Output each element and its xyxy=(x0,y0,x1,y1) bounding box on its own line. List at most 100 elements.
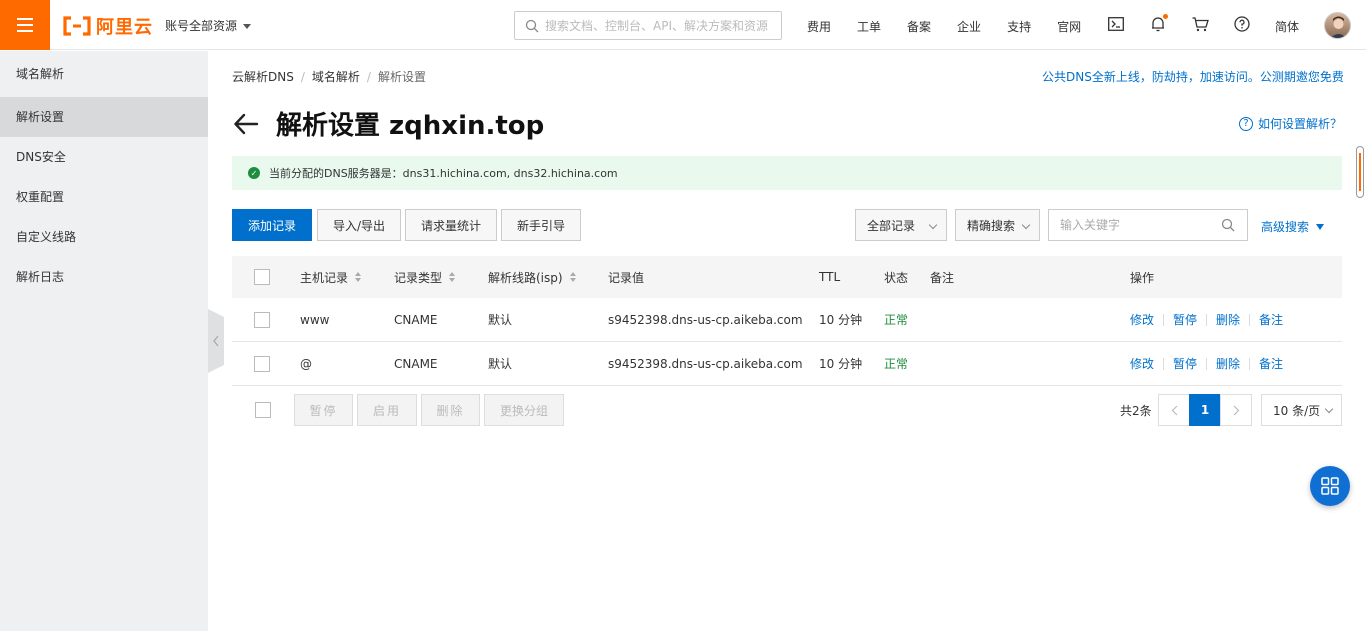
cell-line: 默认 xyxy=(488,313,513,327)
header-host-label: 主机记录 xyxy=(300,270,349,285)
bulk-select-checkbox[interactable] xyxy=(255,402,271,418)
scrollbar[interactable] xyxy=(1356,146,1364,198)
caret-down-icon xyxy=(1316,223,1325,230)
delete-link[interactable]: 删除 xyxy=(1216,355,1240,372)
sidebar-item-weight-config[interactable]: 权重配置 xyxy=(0,177,208,217)
bulk-actions-and-pagination: 暂停 启用 删除 更换分组 共2条 1 10 条/页 xyxy=(232,394,1342,426)
header-type[interactable]: 记录类型 xyxy=(394,256,456,298)
bulk-delete-button[interactable]: 删除 xyxy=(421,394,480,426)
bulk-enable-button[interactable]: 启用 xyxy=(357,394,417,426)
sort-icon xyxy=(569,272,576,282)
advanced-search-toggle[interactable]: 高级搜索 xyxy=(1261,218,1325,235)
change-group-button[interactable]: 更换分组 xyxy=(484,394,564,426)
chevron-left-icon xyxy=(213,335,219,347)
nav-icp-filing[interactable]: 备案 xyxy=(907,18,931,35)
page-size-select[interactable]: 10 条/页 xyxy=(1261,394,1342,426)
quick-apps-grid-button[interactable] xyxy=(1310,466,1350,506)
header-line-label: 解析线路(isp) xyxy=(488,270,563,285)
cell-type: CNAME xyxy=(394,312,438,327)
pause-link[interactable]: 暂停 xyxy=(1173,311,1197,328)
global-search[interactable] xyxy=(514,11,782,40)
cell-ttl: 10 分钟 xyxy=(819,357,863,371)
search-icon[interactable] xyxy=(1221,218,1235,232)
nav-support[interactable]: 支持 xyxy=(1007,18,1031,35)
help-how-to-resolve-link[interactable]: ? 如何设置解析？ xyxy=(1239,115,1342,132)
row-select-cell xyxy=(254,298,270,341)
nav-official-site[interactable]: 官网 xyxy=(1057,18,1081,35)
row-checkbox[interactable] xyxy=(254,311,270,328)
nav-billing[interactable]: 费用 xyxy=(807,18,831,35)
select-all-checkbox[interactable] xyxy=(254,269,270,285)
divider xyxy=(1163,357,1165,370)
record-filter-select[interactable]: 全部记录 xyxy=(855,209,947,241)
cart-icon[interactable] xyxy=(1190,14,1210,34)
account-resources-menu[interactable]: 账号全部资源 xyxy=(165,17,252,34)
chevron-down-icon xyxy=(1021,220,1031,230)
terminal-icon[interactable] xyxy=(1106,14,1126,34)
keyword-input[interactable] xyxy=(1060,218,1210,232)
breadcrumb-cloud-dns[interactable]: 云解析DNS xyxy=(232,70,294,84)
sidebar-item-resolution-logs[interactable]: 解析日志 xyxy=(0,257,208,297)
bulk-pause-button[interactable]: 暂停 xyxy=(294,394,353,426)
bell-icon[interactable] xyxy=(1148,14,1168,34)
help-link-label: 如何设置解析？ xyxy=(1258,117,1343,131)
sidebar-item-resolution-settings[interactable]: 解析设置 xyxy=(0,97,208,137)
sidebar-item-domain-resolution[interactable]: 域名解析 xyxy=(0,51,208,97)
top-bar: 阿里云 账号全部资源 费用 工单 备案 企业 支持 官网 简体 xyxy=(0,0,1366,50)
search-mode-select[interactable]: 精确搜索 xyxy=(955,209,1040,241)
sidebar-item-dns-security[interactable]: DNS安全 xyxy=(0,137,208,177)
chevron-left-icon xyxy=(1171,405,1177,415)
breadcrumb-domain-resolution[interactable]: 域名解析 xyxy=(312,70,360,84)
header-host[interactable]: 主机记录 xyxy=(300,256,362,298)
guide-button[interactable]: 新手引导 xyxy=(501,209,581,241)
cell-host: @ xyxy=(300,356,312,371)
remark-link[interactable]: 备注 xyxy=(1259,355,1283,372)
cell-type: CNAME xyxy=(394,356,438,371)
account-resources-label: 账号全部资源 xyxy=(165,19,238,33)
cell-ttl: 10 分钟 xyxy=(819,313,863,327)
back-arrow-icon[interactable] xyxy=(232,110,260,138)
chevron-down-icon xyxy=(1324,404,1334,414)
sidebar-collapse-handle[interactable] xyxy=(208,309,224,373)
sidebar: 域名解析 解析设置 DNS安全 权重配置 自定义线路 解析日志 xyxy=(0,51,208,631)
public-dns-notice-link[interactable]: 公共DNS全新上线，防劫持，加速访问。公测期邀您免费 xyxy=(1042,68,1344,85)
brand-logo[interactable]: 阿里云 xyxy=(62,13,153,39)
nav-tickets[interactable]: 工单 xyxy=(857,18,881,35)
request-stats-button[interactable]: 请求量统计 xyxy=(405,209,497,241)
cell-line: 默认 xyxy=(488,357,513,371)
header-line[interactable]: 解析线路(isp) xyxy=(488,256,576,298)
add-record-button[interactable]: 添加记录 xyxy=(232,209,312,241)
keyword-search[interactable] xyxy=(1048,209,1248,241)
cell-status: 正常 xyxy=(884,313,909,327)
sort-icon xyxy=(449,272,456,282)
header-remark: 备注 xyxy=(930,270,955,285)
breadcrumb: 云解析DNS / 域名解析 / 解析设置 xyxy=(232,68,426,85)
divider xyxy=(1206,313,1208,326)
edit-link[interactable]: 修改 xyxy=(1130,355,1154,372)
breadcrumb-separator: / xyxy=(366,70,371,84)
remark-link[interactable]: 备注 xyxy=(1259,311,1283,328)
pause-link[interactable]: 暂停 xyxy=(1173,355,1197,372)
delete-link[interactable]: 删除 xyxy=(1216,311,1240,328)
edit-link[interactable]: 修改 xyxy=(1130,311,1154,328)
chevron-down-icon xyxy=(928,220,938,230)
import-export-button[interactable]: 导入/导出 xyxy=(317,209,401,241)
global-search-input[interactable] xyxy=(545,18,775,33)
page-number-current[interactable]: 1 xyxy=(1189,394,1221,426)
language-switch[interactable]: 简体 xyxy=(1275,18,1299,35)
records-table: 主机记录 记录类型 解析线路(isp) 记录值 TTL 状态 备注 操作 www… xyxy=(232,256,1342,386)
breadcrumb-separator: / xyxy=(300,70,305,84)
next-page-button[interactable] xyxy=(1220,394,1252,426)
prev-page-button[interactable] xyxy=(1158,394,1190,426)
notification-dot xyxy=(1163,14,1168,19)
sidebar-item-custom-lines[interactable]: 自定义线路 xyxy=(0,217,208,257)
table-row: www CNAME 默认 s9452398.dns-us-cp.aikeba.c… xyxy=(232,298,1342,342)
chevron-right-icon xyxy=(1233,405,1239,415)
help-icon[interactable] xyxy=(1232,14,1252,34)
avatar[interactable] xyxy=(1324,12,1351,39)
hamburger-menu-icon[interactable] xyxy=(0,0,50,50)
nav-enterprise[interactable]: 企业 xyxy=(957,18,981,35)
row-checkbox[interactable] xyxy=(254,355,270,372)
sort-icon xyxy=(355,272,362,282)
grid-icon xyxy=(1321,477,1339,495)
